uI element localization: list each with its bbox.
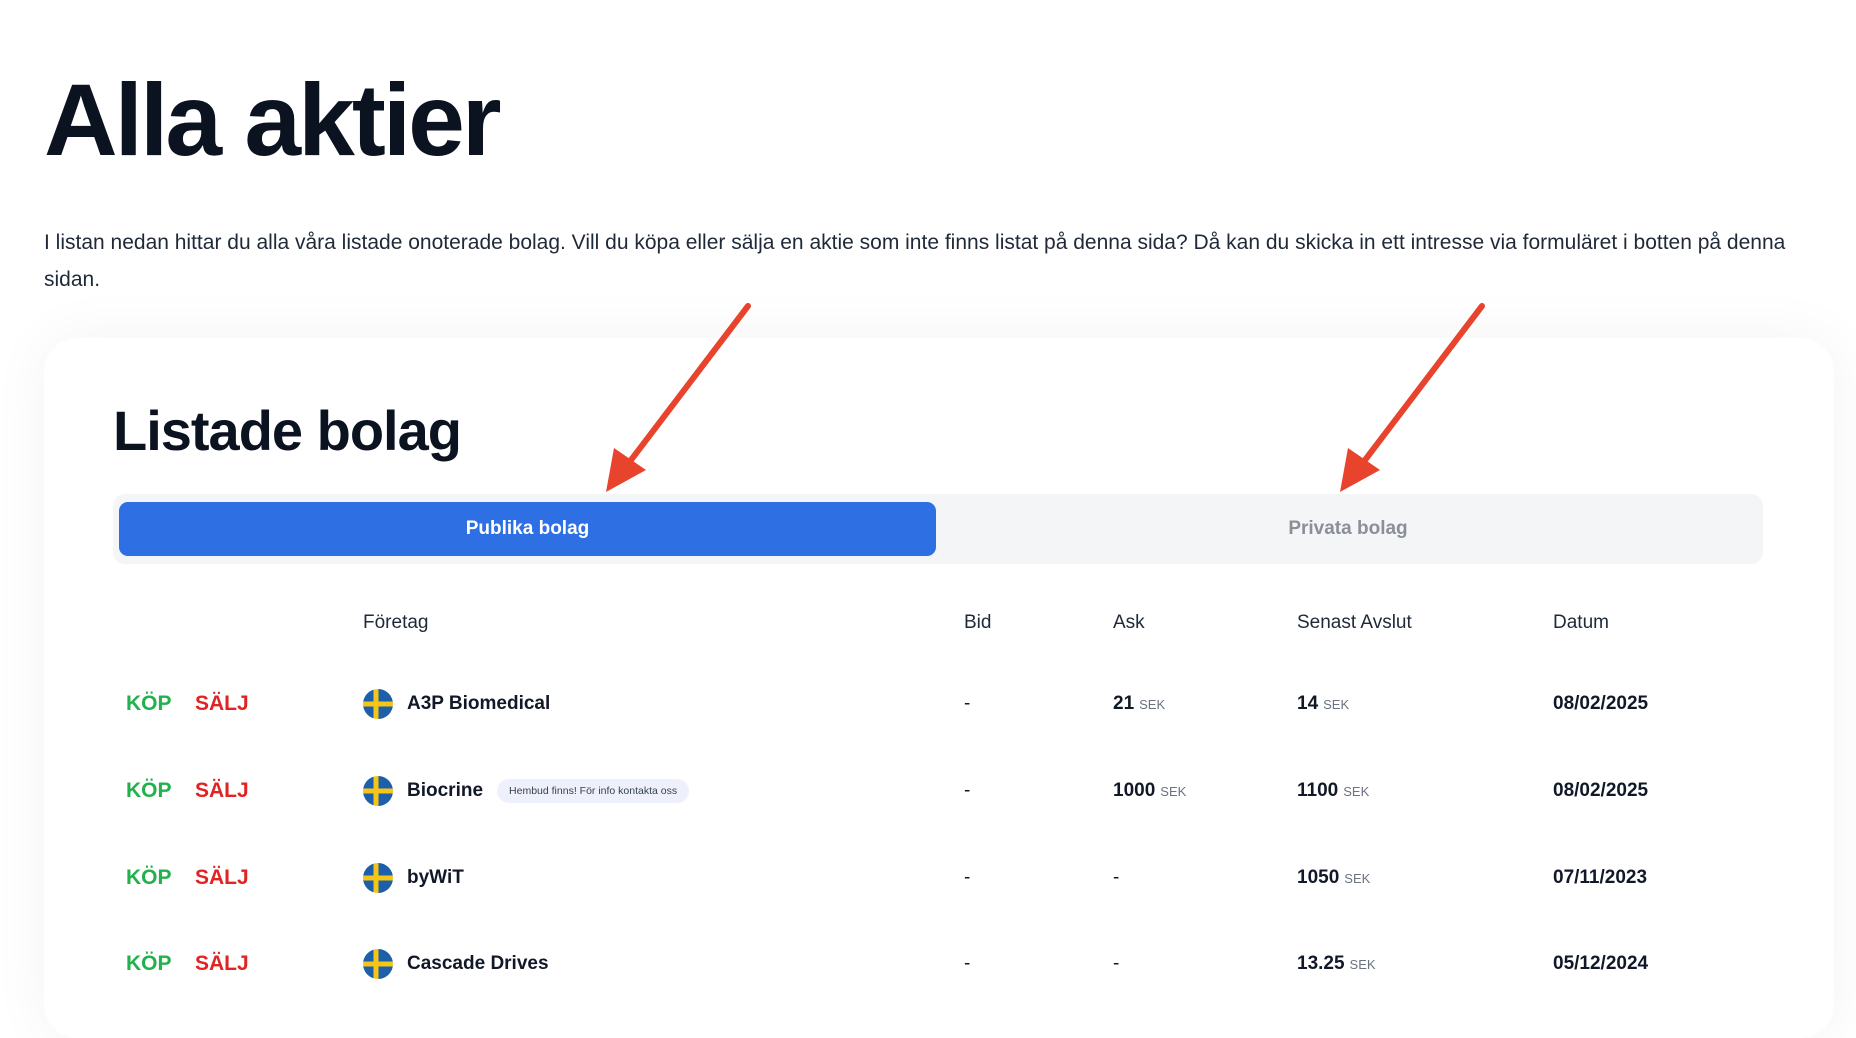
column-header-bid: Bid bbox=[964, 612, 992, 633]
sell-button[interactable]: SÄLJ bbox=[195, 779, 249, 803]
buy-button[interactable]: KÖP bbox=[126, 779, 172, 803]
currency-unit: SEK bbox=[1139, 696, 1166, 712]
bid-value: - bbox=[964, 693, 971, 714]
currency-unit: SEK bbox=[1349, 956, 1376, 972]
sweden-flag-icon bbox=[363, 689, 393, 719]
ask-value: 1000 bbox=[1113, 780, 1156, 801]
offer-badge: Hembud finns! För info kontakta oss bbox=[497, 779, 690, 803]
company-name[interactable]: Cascade Drives bbox=[407, 953, 549, 975]
company-name[interactable]: byWiT bbox=[407, 867, 464, 889]
ask-value: 21 bbox=[1113, 693, 1135, 714]
ask-value: - bbox=[1113, 867, 1120, 888]
table-row: KÖP SÄLJ Cascade Drives - - 13.25 SEK 05/… bbox=[0, 934, 1856, 994]
last-trade-value: 13.25 bbox=[1297, 953, 1345, 974]
column-header-ask: Ask bbox=[1113, 612, 1145, 633]
last-trade-value: 14 bbox=[1297, 693, 1319, 714]
table-row: KÖP SÄLJ A3P Biomedical - 21 SEK 14 SEK 08… bbox=[0, 674, 1856, 734]
sweden-flag-icon bbox=[363, 949, 393, 979]
date-value: 07/11/2023 bbox=[1553, 867, 1648, 888]
currency-unit: SEK bbox=[1343, 783, 1370, 799]
table-row: KÖP SÄLJ byWiT - - 1050 SEK 07/11/2023 bbox=[0, 848, 1856, 908]
bid-value: - bbox=[964, 780, 971, 801]
intro-text: I listan nedan hittar du alla våra lista… bbox=[44, 231, 1786, 291]
buy-button[interactable]: KÖP bbox=[126, 866, 172, 890]
date-value: 05/12/2024 bbox=[1553, 953, 1649, 974]
section-title: Listade bolag bbox=[113, 399, 462, 462]
sweden-flag-icon bbox=[363, 776, 393, 806]
buy-button[interactable]: KÖP bbox=[126, 692, 172, 716]
currency-unit: SEK bbox=[1344, 870, 1371, 886]
column-header-date: Datum bbox=[1553, 612, 1609, 633]
buy-button[interactable]: KÖP bbox=[126, 952, 172, 976]
bid-value: - bbox=[964, 953, 971, 974]
bid-value: - bbox=[964, 867, 971, 888]
table-row: KÖP SÄLJ Biocrine Hembud finns! För info… bbox=[0, 761, 1856, 821]
currency-unit: SEK bbox=[1323, 696, 1350, 712]
sweden-flag-icon bbox=[363, 863, 393, 893]
last-trade-value: 1050 bbox=[1297, 867, 1340, 888]
currency-unit: SEK bbox=[1160, 783, 1187, 799]
date-value: 08/02/2025 bbox=[1553, 693, 1649, 714]
column-header-company: Företag bbox=[363, 612, 429, 633]
company-name[interactable]: Biocrine bbox=[407, 780, 483, 802]
page-title: Alla aktier bbox=[44, 63, 502, 177]
tab-public-companies[interactable]: Publika bolag bbox=[119, 502, 936, 556]
company-type-tabs: Publika bolag Privata bolag bbox=[113, 494, 1763, 564]
sell-button[interactable]: SÄLJ bbox=[195, 866, 249, 890]
date-value: 08/02/2025 bbox=[1553, 780, 1649, 801]
sell-button[interactable]: SÄLJ bbox=[195, 692, 249, 716]
tab-private-companies[interactable]: Privata bolag bbox=[939, 502, 1757, 556]
column-header-last-trade: Senast Avslut bbox=[1297, 612, 1412, 633]
company-name[interactable]: A3P Biomedical bbox=[407, 693, 550, 715]
sell-button[interactable]: SÄLJ bbox=[195, 952, 249, 976]
last-trade-value: 1100 bbox=[1297, 780, 1339, 801]
ask-value: - bbox=[1113, 953, 1120, 974]
